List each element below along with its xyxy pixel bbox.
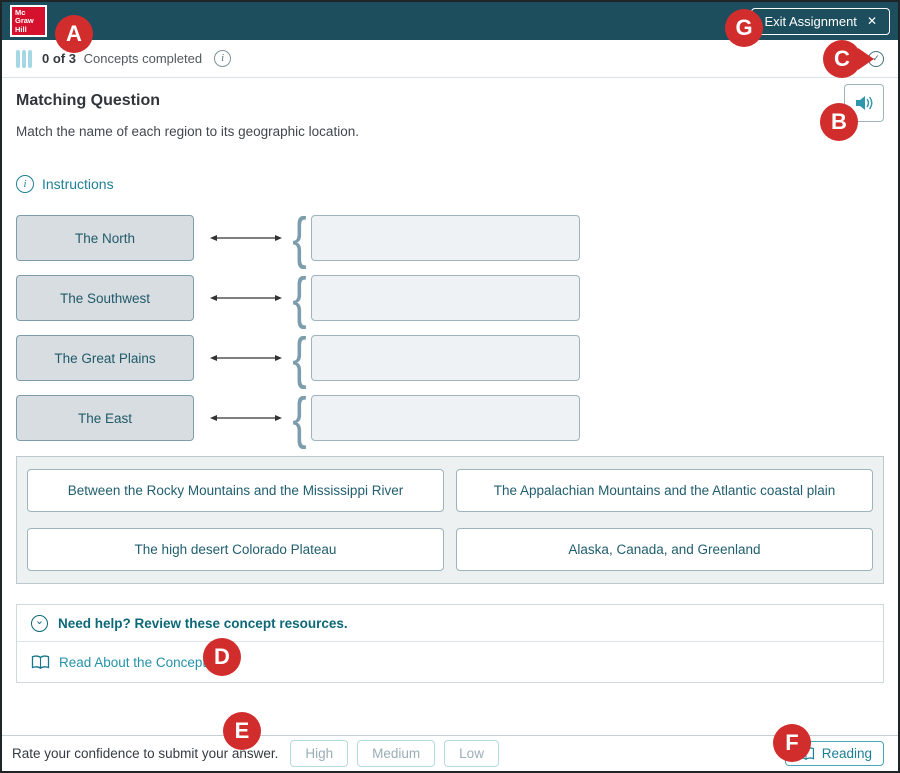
- exit-assignment-label: Exit Assignment: [764, 14, 857, 29]
- brace-glyph: {: [292, 215, 306, 261]
- bank-option-1[interactable]: Between the Rocky Mountains and the Miss…: [27, 469, 444, 512]
- mcgraw-hill-logo[interactable]: Mc Graw Hill: [10, 5, 47, 37]
- match-source-the-north[interactable]: The North: [16, 215, 194, 261]
- question-prompt: Match the name of each region to its geo…: [16, 124, 884, 139]
- bank-option-4[interactable]: Alaska, Canada, and Greenland: [456, 528, 873, 571]
- help-header-text: Need help? Review these concept resource…: [58, 616, 348, 631]
- match-row: The East {: [16, 395, 884, 441]
- match-source-the-east[interactable]: The East: [16, 395, 194, 441]
- answer-drop-zone-1[interactable]: [311, 215, 580, 261]
- smartbook-question-page: Mc Graw Hill Exit Assignment ✕ 0 of 3 Co…: [0, 0, 900, 773]
- concept-resources-box: ⌄ Need help? Review these concept resour…: [16, 604, 884, 683]
- instructions-link[interactable]: i Instructions: [16, 175, 114, 193]
- confidence-medium-button[interactable]: Medium: [357, 740, 435, 767]
- double-arrow-icon: [210, 353, 282, 363]
- help-resource-row: Read About the Concept: [17, 642, 883, 682]
- speaker-icon: [854, 94, 874, 112]
- double-arrow-icon: [210, 233, 282, 243]
- confidence-high-button[interactable]: High: [290, 740, 348, 767]
- progress-text: 0 of 3 Concepts completed: [42, 51, 202, 66]
- brace-glyph: {: [292, 395, 306, 441]
- progress-bar-row: 0 of 3 Concepts completed i ✓: [2, 40, 898, 78]
- question-panel: Matching Question Match the name of each…: [2, 78, 898, 683]
- help-accordion-toggle[interactable]: ⌄ Need help? Review these concept resour…: [17, 605, 883, 642]
- read-about-concept-link[interactable]: Read About the Concept: [59, 655, 206, 670]
- confidence-footer: Rate your confidence to submit your answ…: [2, 735, 898, 771]
- match-source-the-southwest[interactable]: The Southwest: [16, 275, 194, 321]
- brace-glyph: {: [292, 275, 306, 321]
- match-source-the-great-plains[interactable]: The Great Plains: [16, 335, 194, 381]
- matching-area: The North { The Southwest { The Great Pl…: [16, 215, 884, 441]
- annotation-badge-a: A: [55, 15, 93, 53]
- progress-bars-icon: [16, 50, 32, 68]
- question-type-title: Matching Question: [16, 92, 884, 110]
- info-icon[interactable]: i: [214, 50, 231, 67]
- bank-option-2[interactable]: The Appalachian Mountains and the Atlant…: [456, 469, 873, 512]
- double-arrow-icon: [210, 413, 282, 423]
- match-row: The North {: [16, 215, 884, 261]
- close-icon: ✕: [867, 14, 877, 28]
- chevron-down-icon: ⌄: [31, 615, 48, 632]
- answer-drop-zone-4[interactable]: [311, 395, 580, 441]
- annotation-badge-g: G: [725, 9, 763, 47]
- exit-assignment-button[interactable]: Exit Assignment ✕: [751, 8, 890, 35]
- bank-option-3[interactable]: The high desert Colorado Plateau: [27, 528, 444, 571]
- answer-drop-zone-3[interactable]: [311, 335, 580, 381]
- annotation-letter: C: [834, 46, 850, 72]
- annotation-pointer: [858, 48, 874, 70]
- book-icon: [31, 655, 50, 670]
- logo-line: Hill: [15, 26, 45, 34]
- double-arrow-icon: [210, 293, 282, 303]
- brace-glyph: {: [292, 335, 306, 381]
- answer-bank: Between the Rocky Mountains and the Miss…: [16, 456, 884, 584]
- progress-label: Concepts completed: [84, 51, 203, 66]
- top-bar: Mc Graw Hill Exit Assignment ✕: [2, 2, 898, 40]
- annotation-badge-f: F: [773, 724, 811, 762]
- annotation-badge-d: D: [203, 638, 241, 676]
- match-row: The Southwest {: [16, 275, 884, 321]
- confidence-low-button[interactable]: Low: [444, 740, 499, 767]
- annotation-badge-e: E: [223, 712, 261, 750]
- annotation-badge-b: B: [820, 103, 858, 141]
- instructions-label: Instructions: [42, 176, 114, 192]
- match-row: The Great Plains {: [16, 335, 884, 381]
- annotation-badge-c: C: [823, 40, 861, 78]
- reading-label: Reading: [822, 746, 872, 761]
- info-icon: i: [16, 175, 34, 193]
- progress-count: 0 of 3: [42, 51, 76, 66]
- answer-drop-zone-2[interactable]: [311, 275, 580, 321]
